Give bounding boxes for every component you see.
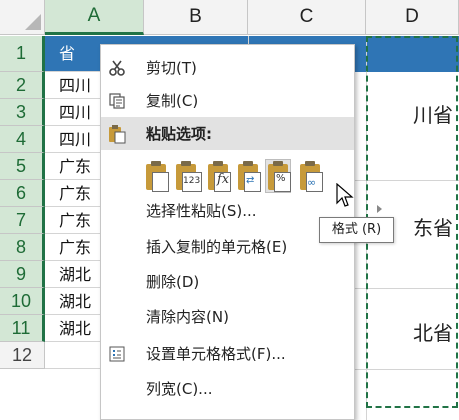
row-header-1[interactable]: 1 xyxy=(0,36,45,72)
column-header-c[interactable]: C xyxy=(248,0,366,35)
copy-marquee-bottom xyxy=(366,406,458,408)
menu-item-copy-label: 复制(C) xyxy=(146,92,199,110)
row-header-3[interactable]: 3 xyxy=(0,99,45,126)
merged-cell-d2[interactable]: 川省 xyxy=(340,100,459,130)
row-header-11[interactable]: 11 xyxy=(0,315,45,342)
copy-icon xyxy=(107,91,127,111)
row-header-5[interactable]: 5 xyxy=(0,153,45,180)
scissors-icon xyxy=(107,58,127,78)
menu-item-column-width[interactable]: 列宽(C)... xyxy=(101,372,354,405)
row-header-2[interactable]: 2 xyxy=(0,72,45,99)
row-header-8[interactable]: 8 xyxy=(0,234,45,261)
menu-item-insert-copied-cells[interactable]: 插入复制的单元格(E) xyxy=(101,230,354,263)
menu-item-format-cells-label: 设置单元格格式(F)... xyxy=(146,345,286,363)
row-header-12[interactable]: 12 xyxy=(0,342,45,369)
row-header-9[interactable]: 9 xyxy=(0,261,45,288)
menu-item-cut-label: 剪切(T) xyxy=(146,59,197,77)
submenu-arrow-icon xyxy=(377,205,382,213)
menu-item-clear-contents-label: 清除内容(N) xyxy=(146,308,229,326)
menu-item-paste-special[interactable]: 选择性粘贴(S)... xyxy=(101,194,354,227)
merged-cell-d9[interactable]: 北省 xyxy=(340,318,459,348)
paste-formulas-icon[interactable]: fx xyxy=(206,160,231,192)
paste-link-icon[interactable]: ∞ xyxy=(298,160,323,192)
clipboard-icon xyxy=(107,124,127,144)
menu-item-cut[interactable]: 剪切(T) xyxy=(101,51,354,84)
paste-icon[interactable] xyxy=(144,160,169,192)
context-menu: 剪切(T) 复制(C) 粘贴选项: 选择性粘贴(S)... 插入复制的单元格(E… xyxy=(100,44,355,420)
column-header-b[interactable]: B xyxy=(144,0,248,35)
menu-item-column-width-label: 列宽(C)... xyxy=(146,380,213,398)
paste-values-icon[interactable]: 123 xyxy=(174,160,202,192)
mouse-cursor-icon xyxy=(335,182,355,209)
copy-marquee-right xyxy=(456,36,458,408)
paste-formatting-icon[interactable]: % xyxy=(265,159,291,193)
paste-options-row: 123 fx ⇄ % ∞ xyxy=(140,159,360,194)
paste-transpose-icon[interactable]: ⇄ xyxy=(236,160,261,192)
row-header-7[interactable]: 7 xyxy=(0,207,45,234)
copy-marquee-top xyxy=(366,36,458,38)
menu-item-delete-label: 删除(D) xyxy=(146,273,200,291)
menu-item-clear-contents[interactable]: 清除内容(N) xyxy=(101,300,354,333)
select-all-triangle-icon xyxy=(25,14,41,30)
menu-item-paste-special-label: 选择性粘贴(S)... xyxy=(146,202,257,220)
row-header-6[interactable]: 6 xyxy=(0,180,45,207)
row-header-10[interactable]: 10 xyxy=(0,288,45,315)
paste-options-label: 粘贴选项: xyxy=(146,125,212,143)
menu-item-delete[interactable]: 删除(D) xyxy=(101,265,354,298)
format-cells-icon xyxy=(107,344,127,364)
menu-section-paste-options: 粘贴选项: xyxy=(101,117,354,150)
row-header-4[interactable]: 4 xyxy=(0,126,45,153)
menu-item-format-cells[interactable]: 设置单元格格式(F)... xyxy=(101,337,354,370)
tooltip: 格式 (R) xyxy=(319,217,394,243)
menu-item-copy[interactable]: 复制(C) xyxy=(101,84,354,117)
menu-item-insert-copied-cells-label: 插入复制的单元格(E) xyxy=(146,238,288,256)
column-header-d[interactable]: D xyxy=(366,0,459,35)
column-header-a[interactable]: A xyxy=(45,0,144,35)
